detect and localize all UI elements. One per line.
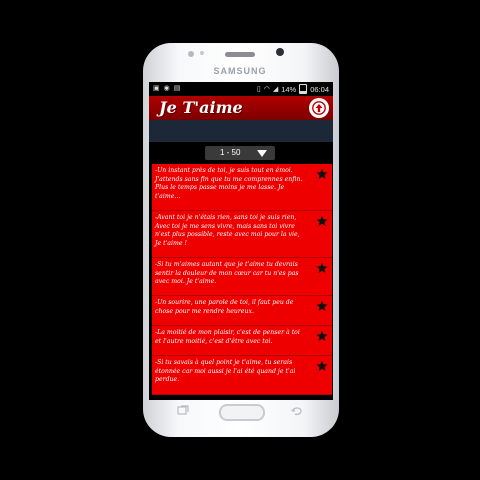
list-item[interactable]: -Si tu m'aimes autant que je t'aime tu d… bbox=[152, 258, 332, 296]
front-sensor bbox=[188, 51, 194, 57]
quote-text: -La moitié de mon plaisir, c'est de pens… bbox=[155, 329, 300, 345]
earpiece-speaker bbox=[225, 52, 255, 57]
pager-bar: 1 - 50 bbox=[149, 142, 333, 164]
image-notification-icon: ▣ bbox=[153, 85, 160, 92]
dropdown-caret-icon bbox=[257, 150, 267, 157]
quote-list: -Un instant près de toi, je suis tout en… bbox=[149, 164, 333, 400]
favorite-star-icon[interactable] bbox=[316, 360, 328, 372]
quote-text: -Si tu savais à quel point je t'aime, tu… bbox=[155, 359, 296, 384]
home-button[interactable] bbox=[219, 404, 265, 421]
page-range-label: 1 - 50 bbox=[220, 148, 241, 157]
list-item[interactable]: -Un sourire, une parole de toi, il faut … bbox=[152, 296, 332, 326]
android-icon: ◉ bbox=[163, 85, 170, 92]
quote-text: -Un sourire, une parole de toi, il faut … bbox=[155, 299, 294, 315]
front-sensor-small bbox=[200, 51, 204, 55]
battery-icon bbox=[299, 84, 308, 94]
favorite-star-icon[interactable] bbox=[316, 262, 328, 274]
list-item[interactable]: -La moitié de mon plaisir, c'est de pens… bbox=[152, 326, 332, 356]
favorite-star-icon[interactable] bbox=[316, 300, 328, 312]
clock: 06:04 bbox=[310, 84, 329, 94]
favorite-star-icon[interactable] bbox=[316, 168, 328, 180]
quote-text: -Un instant près de toi, je suis tout en… bbox=[155, 167, 303, 200]
list-item[interactable]: -Si tu savais à quel point je t'aime, tu… bbox=[152, 356, 332, 395]
recent-apps-icon[interactable] bbox=[176, 405, 190, 417]
ad-banner[interactable] bbox=[149, 120, 333, 142]
screen: ▣ ◉ ▤ ▯ ◠ ◢ 14% 06:04 Je T'aime 1 - 50 -… bbox=[149, 82, 333, 400]
brand-logo: SAMSUNG bbox=[213, 66, 267, 76]
back-icon[interactable] bbox=[290, 405, 304, 417]
battery-percent: 14% bbox=[281, 84, 297, 94]
list-item[interactable]: -Un instant près de toi, je suis tout en… bbox=[152, 164, 332, 211]
status-bar: ▣ ◉ ▤ ▯ ◠ ◢ 14% 06:04 bbox=[149, 82, 333, 96]
page-range-dropdown[interactable]: 1 - 50 bbox=[205, 146, 275, 160]
front-camera bbox=[276, 48, 284, 56]
scroll-top-button[interactable] bbox=[309, 98, 329, 118]
quote-text: -Si tu m'aimes autant que je t'aime tu d… bbox=[155, 261, 299, 286]
quote-text: -Avant toi je n'étais rien, sans toi je … bbox=[155, 214, 300, 247]
app-bar: Je T'aime bbox=[149, 96, 333, 120]
vibrate-icon: ▯ bbox=[256, 85, 261, 93]
list-item[interactable]: -Avant toi je n'étais rien, sans toi je … bbox=[152, 211, 332, 258]
favorite-star-icon[interactable] bbox=[316, 330, 328, 342]
app-title: Je T'aime bbox=[159, 98, 243, 117]
arrow-up-icon bbox=[312, 101, 326, 115]
photo-icon: ▤ bbox=[173, 85, 181, 92]
favorite-star-icon[interactable] bbox=[316, 215, 328, 227]
wifi-icon: ◠ bbox=[263, 85, 270, 93]
signal-icon: ◢ bbox=[272, 85, 279, 93]
